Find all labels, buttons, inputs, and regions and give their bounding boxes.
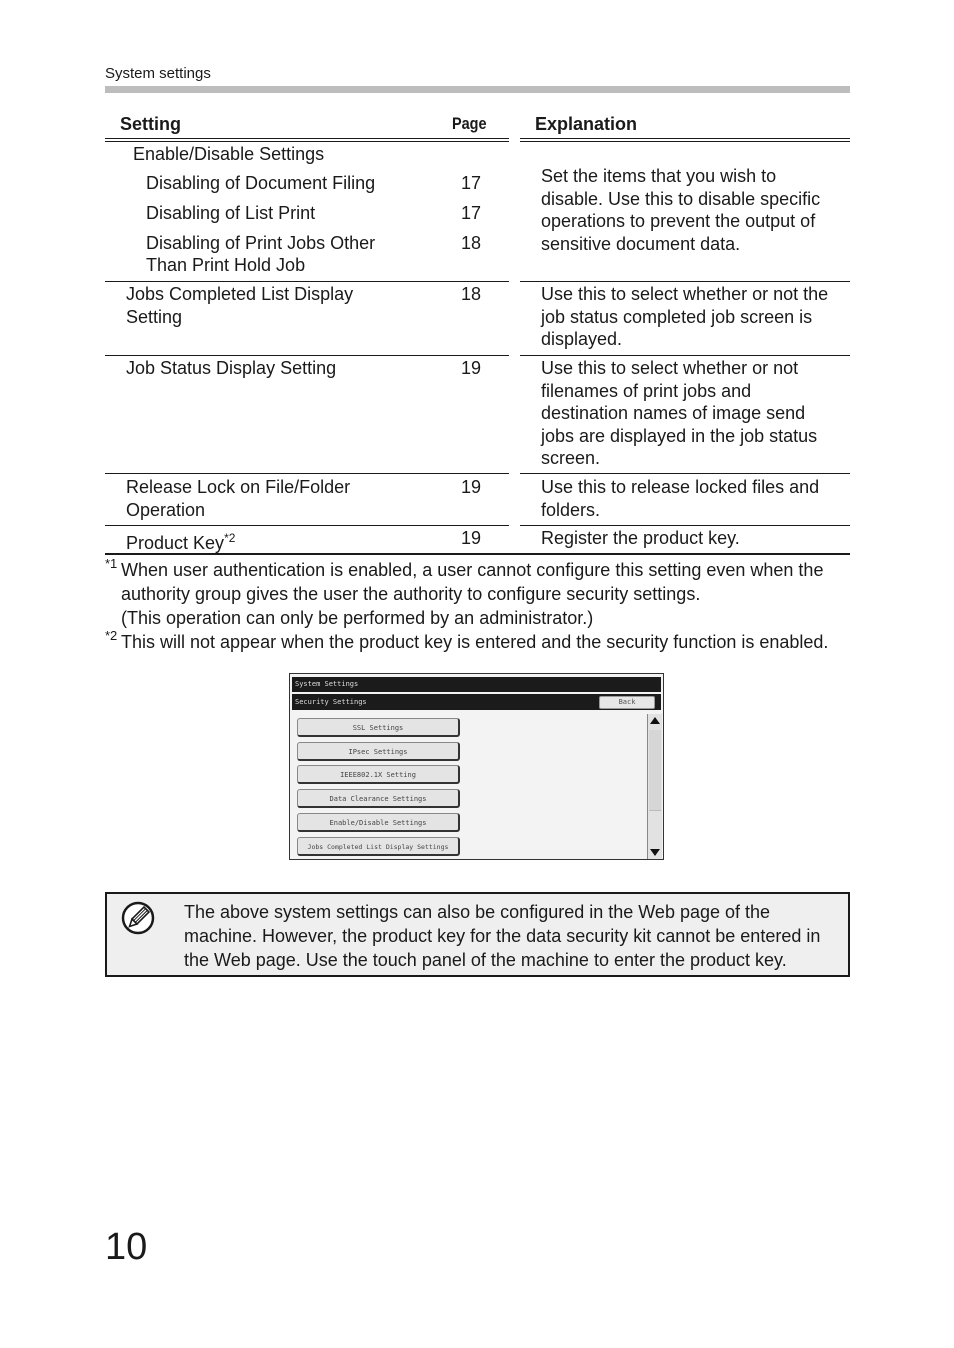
header-rule [105,138,509,139]
data-clearance-settings-button[interactable]: Data Clearance Settings [297,789,460,808]
page-ref: 18 [461,233,482,253]
setting-name-line: Disabling of Print Jobs Other [146,233,376,253]
footnote-2: *2 This will not appear when the product… [105,628,855,654]
footnote-text: (This operation can only be performed by… [121,608,594,628]
page-ref: 19 [461,477,482,497]
footnote-mark: *2 [105,628,118,643]
header-rule [520,138,850,139]
ipsec-settings-button[interactable]: IPsec Settings [297,742,460,761]
explanation: Register the product key. [541,528,740,548]
footnotes: *1 When user authentication is enabled, … [105,556,855,654]
scroll-down-arrow-icon[interactable] [650,849,660,856]
explanation: Use this to release locked files and fol… [541,477,820,520]
page-ref: 19 [461,358,482,378]
column-header-explanation: Explanation [535,114,638,134]
explanation: Use this to select whether or not filena… [541,358,818,468]
screen-title-bar: System Settings [292,677,661,692]
header-divider [105,86,850,93]
back-button[interactable]: Back [599,696,655,709]
page-ref: 18 [461,284,482,304]
pencil-note-icon [121,901,155,935]
footnote-ref: *2 [224,531,236,545]
row-rule [520,473,850,474]
header-rule [105,141,509,142]
page-number: 10 [105,1226,148,1268]
row-rule [105,525,509,526]
footnote-1: *1 When user authentication is enabled, … [105,556,855,630]
screen-subtitle-bar: Security Settings Back [292,694,661,710]
header-rule [520,141,850,142]
footnote-mark: *1 [105,556,118,571]
setting-name: Disabling of Print Jobs Other Than Print… [146,232,375,276]
footnote-text: This will not appear when the product ke… [121,632,829,652]
setting-name: Jobs Completed List Display Setting [126,284,354,327]
footnote-text: When user authentication is enabled, a u… [121,560,824,604]
setting-name: Product Key*2 [126,527,235,555]
ieee8021x-setting-button[interactable]: IEEE802.1X Setting [297,765,460,784]
row-rule [105,473,509,474]
note-text: The above system settings can also be co… [184,902,821,970]
setting-name-line: Than Print Hold Job [146,254,306,275]
security-settings-screenshot: System Settings Security Settings Back S… [289,673,664,860]
row-rule [105,355,509,356]
note-box: The above system settings can also be co… [105,892,850,977]
row-rule [520,525,850,526]
scroll-up-arrow-icon[interactable] [650,717,660,724]
scrollbar[interactable] [647,714,662,859]
page-ref: 17 [461,173,482,193]
setting-name-text: Product Key [126,533,225,553]
row-rule [520,355,850,356]
setting-name: Job Status Display Setting [126,358,337,378]
page-ref: 17 [461,203,482,223]
row-rule [105,281,509,282]
scroll-thumb[interactable] [649,730,661,811]
ssl-settings-button[interactable]: SSL Settings [297,718,460,737]
explanation: Use this to select whether or not the jo… [541,284,829,349]
column-header-page: Page [452,114,487,133]
column-header-setting: Setting [120,114,181,134]
group-label: Enable/Disable Settings [133,144,325,164]
row-rule [520,281,850,282]
setting-name: Disabling of List Print [146,203,316,223]
setting-name: Disabling of Document Filing [146,173,376,193]
setting-name: Release Lock on File/Folder Operation [126,477,351,520]
screen-subtitle: Security Settings [295,698,367,706]
page-ref: 19 [461,528,482,548]
screen-title: System Settings [295,680,359,688]
explanation: Set the items that you wish to disable. … [541,166,821,254]
running-head: System settings [105,65,211,82]
enable-disable-settings-button[interactable]: Enable/Disable Settings [297,813,460,832]
table-bottom-rule [105,553,850,555]
jobs-completed-list-display-settings-button[interactable]: Jobs Completed List Display Settings [297,837,460,856]
